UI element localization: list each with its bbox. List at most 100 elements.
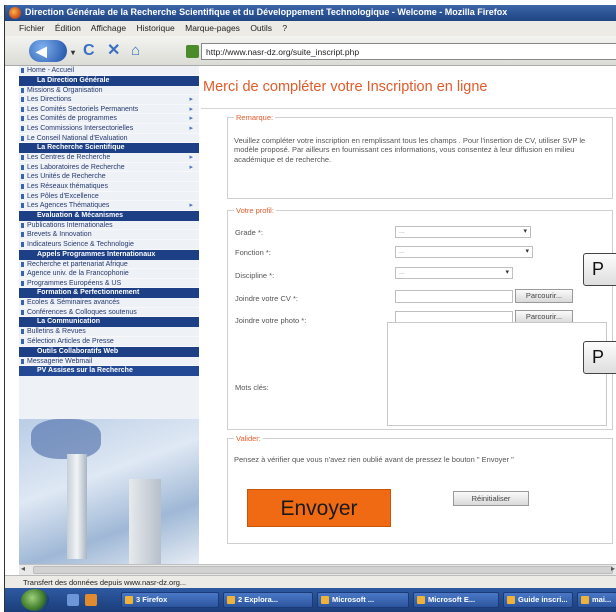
- status-bar: Transfert des données depuis www.nasr-dz…: [5, 575, 616, 588]
- sidebar-item[interactable]: Les Réseaux thématiques: [19, 182, 199, 192]
- sidebar-item-home[interactable]: Home - Accueil: [19, 66, 199, 76]
- address-bar[interactable]: http://www.nasr-dz.org/suite_inscript.ph…: [186, 43, 616, 60]
- submenu-arrow-icon: ▸: [189, 96, 193, 104]
- sidebar-item[interactable]: Ecoles & Séminaires avancés: [19, 298, 199, 308]
- sidebar-item[interactable]: Programmes Européens & US: [19, 279, 199, 289]
- menu-fichier[interactable]: Fichier: [19, 23, 45, 33]
- sidebar-heading[interactable]: La Communication: [19, 317, 199, 328]
- scrollbar-thumb[interactable]: [33, 566, 613, 574]
- quicklaunch-firefox-icon[interactable]: [85, 594, 97, 606]
- title-bar: Direction Générale de la Recherche Scien…: [5, 5, 616, 21]
- overlay-button-2[interactable]: P: [583, 341, 616, 374]
- taskbar-firefox[interactable]: 3 Firefox: [121, 592, 219, 608]
- remarque-text: Veuillez compléter votre inscription en …: [234, 136, 586, 164]
- scroll-right-icon[interactable]: ▸: [611, 564, 615, 573]
- sidebar-item[interactable]: Le Conseil National d'Evaluation: [19, 134, 199, 144]
- grade-label: Grade *:: [235, 228, 263, 237]
- taskbar-guide[interactable]: Guide inscri...: [503, 592, 573, 608]
- stop-icon[interactable]: ✕: [107, 42, 120, 60]
- sidebar-item[interactable]: Les Agences Thématiques ▸: [19, 201, 199, 211]
- scroll-left-icon[interactable]: ◂: [21, 564, 25, 573]
- photo-label: Joindre votre photo *:: [235, 316, 307, 325]
- sidebar-item[interactable]: Agence univ. de la Francophonie: [19, 269, 199, 279]
- sidebar-item[interactable]: Les Laboratoires de Recherche ▸: [19, 163, 199, 173]
- horizontal-scrollbar[interactable]: ◂ ▸: [19, 564, 616, 575]
- sidebar-heading[interactable]: Outils Collaboratifs Web: [19, 346, 199, 357]
- sidebar-heading[interactable]: Formation & Perfectionnement: [19, 288, 199, 299]
- sidebar-item[interactable]: Les Comités de programmes ▸: [19, 114, 199, 124]
- start-button[interactable]: [21, 589, 49, 611]
- forward-dropdown-icon[interactable]: ▾: [71, 44, 75, 62]
- window-title: Direction Générale de la Recherche Scien…: [25, 7, 508, 17]
- remarque-fieldset: Remarque: Veuillez compléter votre inscr…: [227, 113, 613, 199]
- sidebar-item[interactable]: Les Commissions Intersectorielles ▸: [19, 124, 199, 134]
- sidebar-item[interactable]: Les Comités Sectoriels Permanents ▸: [19, 105, 199, 115]
- title-divider: [201, 108, 616, 109]
- fonction-select[interactable]: ... ▾: [395, 246, 533, 258]
- page-title: Merci de compléter votre Inscription en …: [203, 79, 488, 95]
- overlay-button-1[interactable]: P: [583, 253, 616, 286]
- taskbar-mail[interactable]: mai...: [577, 592, 616, 608]
- discipline-label: Discipline *:: [235, 271, 275, 280]
- sidebar-heading[interactable]: La Direction Générale: [19, 75, 199, 86]
- show-desktop-icon[interactable]: [67, 594, 79, 606]
- firefox-logo-icon: [9, 7, 21, 19]
- taskbar-microsoft-1[interactable]: Microsoft ...: [317, 592, 409, 608]
- address-text: http://www.nasr-dz.org/suite_inscript.ph…: [206, 47, 360, 57]
- submenu-arrow-icon: ▸: [189, 115, 193, 123]
- taskbar: 3 Firefox 2 Explora... Microsoft ... Mic…: [5, 588, 616, 612]
- reload-icon[interactable]: C: [83, 42, 95, 60]
- sidebar-item[interactable]: Sélection Articles de Presse: [19, 337, 199, 347]
- sidebar-item[interactable]: Les Centres de Recherche ▸: [19, 153, 199, 163]
- chevron-down-icon: ▾: [525, 248, 529, 255]
- menu-historique[interactable]: Historique: [136, 23, 174, 33]
- sidebar-item[interactable]: Messagerie Webmail: [19, 357, 199, 367]
- sidebar-item[interactable]: Indicateurs Science & Technologie: [19, 240, 199, 250]
- motscles-textarea[interactable]: [387, 322, 607, 426]
- submenu-arrow-icon: ▸: [189, 105, 193, 113]
- sidebar-item[interactable]: Conférences & Colloques soutenus: [19, 308, 199, 318]
- sidebar-heading[interactable]: Evaluation & Mécanismes: [19, 210, 199, 221]
- sidebar-item[interactable]: Publications Internationales: [19, 221, 199, 231]
- reset-button[interactable]: Réinitialiser: [453, 491, 529, 506]
- sidebar-item[interactable]: Les Pôles d'Excellence: [19, 192, 199, 202]
- valider-text: Pensez à vérifier que vous n'avez rien o…: [234, 455, 514, 464]
- submenu-arrow-icon: ▸: [189, 202, 193, 210]
- sidebar-heading[interactable]: Appels Programmes Internationaux: [19, 249, 199, 260]
- sidebar-item[interactable]: Les Unités de Recherche: [19, 172, 199, 182]
- back-button[interactable]: ◀: [29, 40, 67, 62]
- menu-affichage[interactable]: Affichage: [91, 23, 126, 33]
- envoyer-button[interactable]: Envoyer: [247, 489, 391, 527]
- menu-outils[interactable]: Outils: [250, 23, 272, 33]
- sidebar-menu: Home - Accueil La Direction Générale Miss…: [19, 66, 199, 566]
- sidebar-heading[interactable]: La Recherche Scientifique: [19, 143, 199, 154]
- menu-edition[interactable]: Édition: [55, 23, 81, 33]
- grade-select[interactable]: ... ▾: [395, 226, 531, 238]
- sidebar-item[interactable]: Bulletins & Revues: [19, 327, 199, 338]
- menu-marque-pages[interactable]: Marque-pages: [185, 23, 240, 33]
- cv-file-input[interactable]: [395, 290, 513, 303]
- cv-label: Joindre votre CV *:: [235, 294, 298, 303]
- remarque-legend: Remarque:: [234, 113, 276, 122]
- cv-browse-button[interactable]: Parcourir...: [515, 289, 573, 303]
- discipline-select[interactable]: ... ▾: [395, 267, 513, 279]
- menu-aide[interactable]: ?: [282, 23, 287, 33]
- sidebar-heading[interactable]: PV Assises sur la Recherche: [19, 366, 199, 377]
- submenu-arrow-icon: ▸: [189, 163, 193, 171]
- sidebar-sections: La Direction Générale Missions & Organisa…: [19, 75, 199, 377]
- taskbar-microsoft-2[interactable]: Microsoft E...: [413, 592, 499, 608]
- taskbar-explorer[interactable]: 2 Explora...: [223, 592, 313, 608]
- sidebar-item[interactable]: Brevets & Innovation: [19, 230, 199, 240]
- sidebar-item[interactable]: Missions & Organisation: [19, 86, 199, 96]
- navigation-toolbar: ◀ ▾ C ✕ ⌂ http://www.nasr-dz.org/suite_i…: [5, 36, 616, 66]
- chevron-down-icon: ▾: [523, 228, 527, 235]
- profil-legend: Votre profil:: [234, 206, 276, 215]
- submenu-arrow-icon: ▸: [189, 154, 193, 162]
- site-favicon-icon: [186, 45, 199, 58]
- sidebar-item[interactable]: Les Directions ▸: [19, 95, 199, 105]
- back-arrow-icon: ◀: [36, 43, 47, 59]
- home-icon[interactable]: ⌂: [131, 42, 140, 60]
- sidebar-decorative-image: [19, 419, 199, 566]
- sidebar-item[interactable]: Recherche et partenariat Afrique: [19, 260, 199, 270]
- menu-bar: Fichier Édition Affichage Historique Mar…: [5, 21, 616, 36]
